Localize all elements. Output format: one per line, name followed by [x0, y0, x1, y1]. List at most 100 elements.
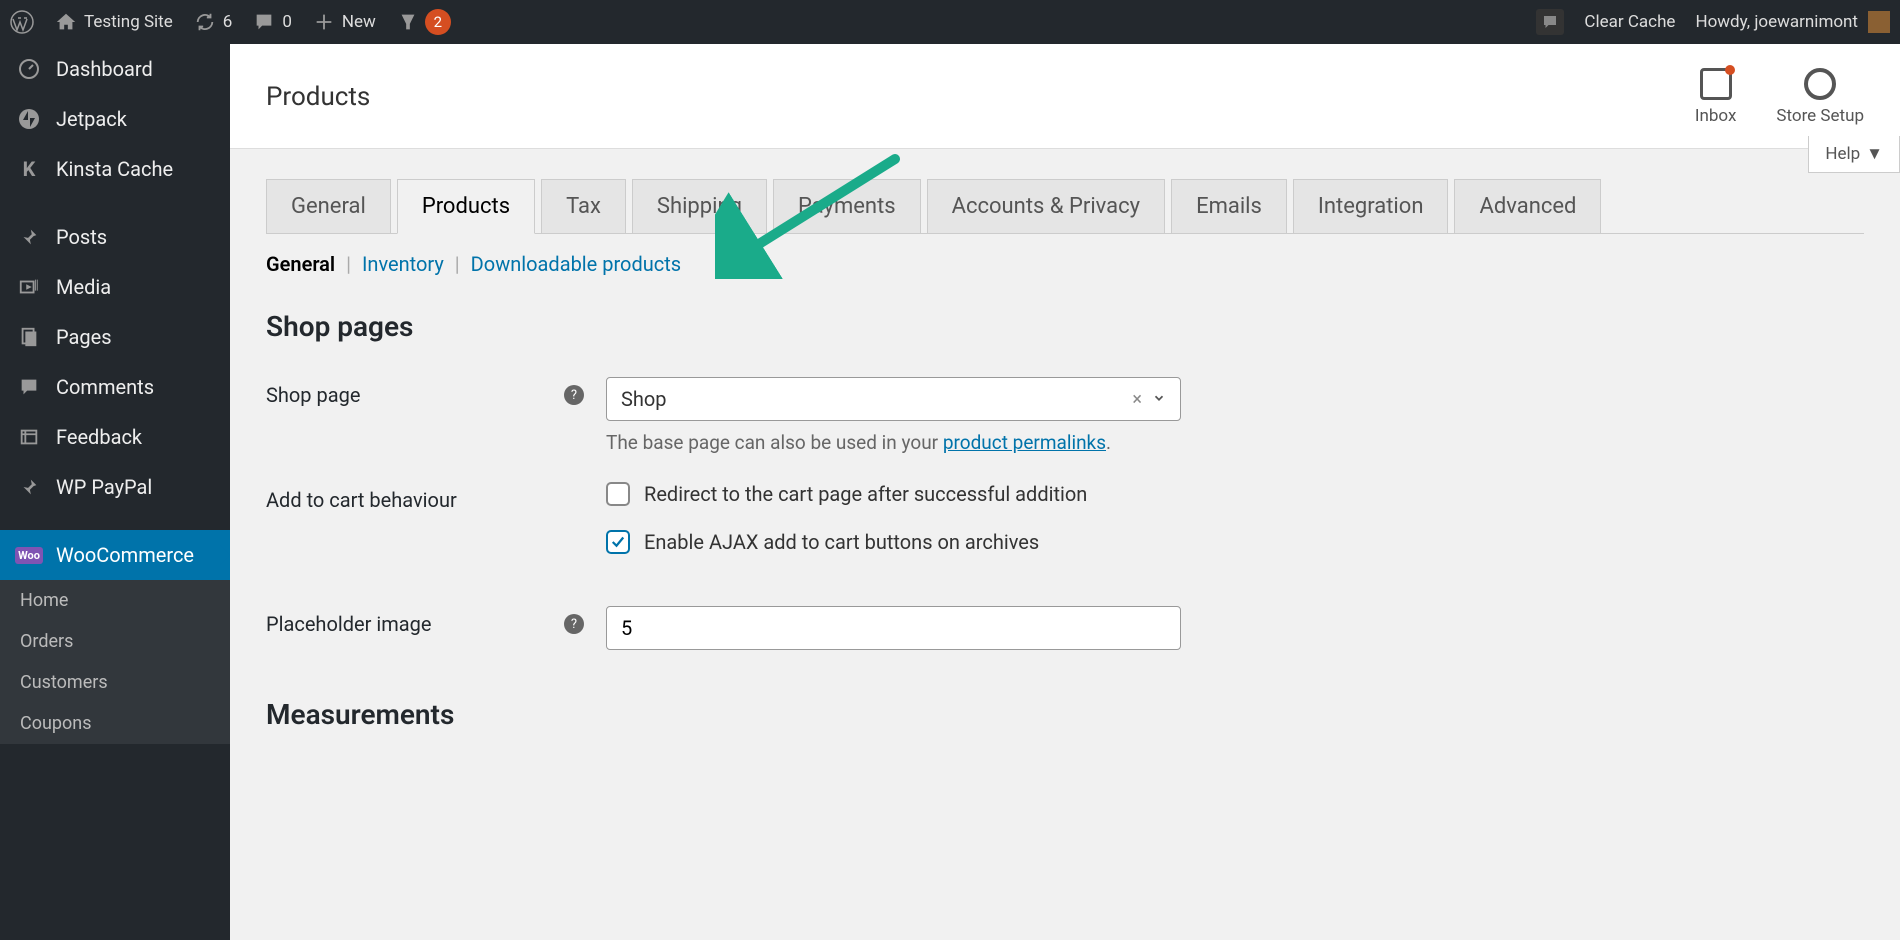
subtab-general[interactable]: General [266, 252, 335, 276]
subtab-inventory[interactable]: Inventory [362, 252, 444, 276]
sidebar-item-woocommerce[interactable]: Woo WooCommerce [0, 530, 230, 580]
clear-icon[interactable]: × [1132, 389, 1142, 410]
circle-icon [1804, 68, 1836, 100]
yoast-icon [396, 10, 420, 34]
submenu-orders[interactable]: Orders [0, 621, 230, 662]
sidebar-label: Feedback [56, 425, 142, 449]
updates-count: 6 [223, 12, 233, 32]
woo-icon: Woo [16, 542, 42, 568]
shop-pages-heading: Shop pages [266, 310, 1864, 343]
comments-count: 0 [282, 12, 292, 32]
refresh-icon [193, 10, 217, 34]
comment-icon [252, 10, 276, 34]
sidebar-item-jetpack[interactable]: Jetpack [0, 94, 230, 144]
avatar-icon [1868, 11, 1890, 33]
add-to-cart-label: Add to cart behaviour [266, 488, 457, 512]
updates-link[interactable]: 6 [183, 0, 243, 44]
sidebar-item-kinsta[interactable]: K Kinsta Cache [0, 144, 230, 194]
yoast-badge: 2 [425, 9, 451, 35]
page-title: Products [266, 82, 370, 112]
tab-advanced[interactable]: Advanced [1454, 179, 1601, 233]
tab-payments[interactable]: Payments [773, 179, 921, 233]
sidebar-label: Posts [56, 225, 107, 249]
tab-emails[interactable]: Emails [1171, 179, 1287, 233]
ajax-label: Enable AJAX add to cart buttons on archi… [644, 530, 1039, 554]
plus-icon [312, 10, 336, 34]
chevron-down-icon: ▼ [1866, 144, 1883, 164]
tab-shipping[interactable]: Shipping [632, 179, 767, 233]
inbox-button[interactable]: Inbox [1695, 68, 1737, 126]
submenu-customers[interactable]: Customers [0, 662, 230, 703]
clear-cache-link[interactable]: Clear Cache [1574, 0, 1685, 44]
content-area: Products Inbox Store Setup Help▼ General… [230, 44, 1900, 940]
media-icon [16, 274, 42, 300]
account-link[interactable]: Howdy, joewarnimont [1685, 0, 1900, 44]
wp-logo[interactable] [0, 0, 44, 44]
measurements-heading: Measurements [266, 698, 1864, 731]
sidebar-label: Kinsta Cache [56, 157, 173, 181]
submenu-home[interactable]: Home [0, 580, 230, 621]
sidebar-label: Comments [56, 375, 154, 399]
shop-page-label: Shop page [266, 383, 564, 407]
chevron-down-icon[interactable] [1152, 389, 1166, 410]
tab-products[interactable]: Products [397, 179, 535, 234]
sidebar-item-dashboard[interactable]: Dashboard [0, 44, 230, 94]
kinsta-icon: K [16, 156, 42, 182]
help-tab[interactable]: Help▼ [1808, 136, 1900, 173]
notes-button[interactable] [1526, 0, 1574, 44]
placeholder-image-input[interactable] [606, 606, 1181, 650]
page-header: Products Inbox Store Setup [230, 44, 1900, 149]
help-tip-icon[interactable]: ? [564, 385, 584, 405]
ajax-checkbox[interactable] [606, 530, 630, 554]
comments-link[interactable]: 0 [242, 0, 302, 44]
redirect-label: Redirect to the cart page after successf… [644, 482, 1087, 506]
pin-icon [16, 224, 42, 250]
howdy-text: Howdy, joewarnimont [1695, 12, 1858, 32]
store-setup-button[interactable]: Store Setup [1776, 68, 1864, 126]
row-placeholder-image: Placeholder image? [266, 592, 1864, 664]
comment-icon [16, 374, 42, 400]
sidebar-item-posts[interactable]: Posts [0, 212, 230, 262]
redirect-checkbox[interactable] [606, 482, 630, 506]
sidebar-item-pages[interactable]: Pages [0, 312, 230, 362]
sidebar-label: Jetpack [56, 107, 127, 131]
tab-integration[interactable]: Integration [1293, 179, 1449, 233]
help-tip-icon[interactable]: ? [564, 614, 584, 634]
gauge-icon [16, 56, 42, 82]
wordpress-icon [10, 10, 34, 34]
sidebar-item-wp-paypal[interactable]: WP PayPal [0, 462, 230, 512]
shop-page-select[interactable]: Shop × [606, 377, 1181, 421]
store-setup-label: Store Setup [1776, 106, 1864, 126]
tab-tax[interactable]: Tax [541, 179, 626, 233]
clear-cache-label: Clear Cache [1584, 12, 1675, 32]
site-name: Testing Site [84, 12, 173, 32]
feedback-icon [16, 424, 42, 450]
inbox-icon [1700, 68, 1732, 100]
sidebar-label: Media [56, 275, 111, 299]
sidebar-label: WooCommerce [56, 543, 194, 567]
site-link[interactable]: Testing Site [44, 0, 183, 44]
sidebar-label: Pages [56, 325, 112, 349]
home-icon [54, 10, 78, 34]
row-shop-page: Shop page? Shop × The base page can also… [266, 363, 1864, 468]
placeholder-image-label: Placeholder image [266, 612, 564, 636]
sidebar-label: Dashboard [56, 57, 153, 81]
sidebar-item-feedback[interactable]: Feedback [0, 412, 230, 462]
tab-general[interactable]: General [266, 179, 391, 233]
sidebar-item-media[interactable]: Media [0, 262, 230, 312]
sidebar-item-comments[interactable]: Comments [0, 362, 230, 412]
row-add-to-cart: Add to cart behaviour Redirect to the ca… [266, 468, 1864, 592]
submenu-coupons[interactable]: Coupons [0, 703, 230, 744]
new-label: New [342, 12, 376, 32]
tab-accounts-privacy[interactable]: Accounts & Privacy [927, 179, 1165, 233]
product-permalinks-link[interactable]: product permalinks [943, 431, 1106, 454]
yoast-link[interactable]: 2 [386, 0, 461, 44]
sidebar-label: WP PayPal [56, 475, 152, 499]
shop-page-value: Shop [621, 387, 667, 411]
settings-tabs: General Products Tax Shipping Payments A… [266, 179, 1864, 234]
new-link[interactable]: New [302, 0, 386, 44]
subtab-downloadable[interactable]: Downloadable products [471, 252, 681, 276]
shop-page-hint: The base page can also be used in your p… [606, 431, 1864, 454]
inbox-label: Inbox [1695, 106, 1737, 126]
admin-sidebar: Dashboard Jetpack K Kinsta Cache Posts Me… [0, 44, 230, 940]
